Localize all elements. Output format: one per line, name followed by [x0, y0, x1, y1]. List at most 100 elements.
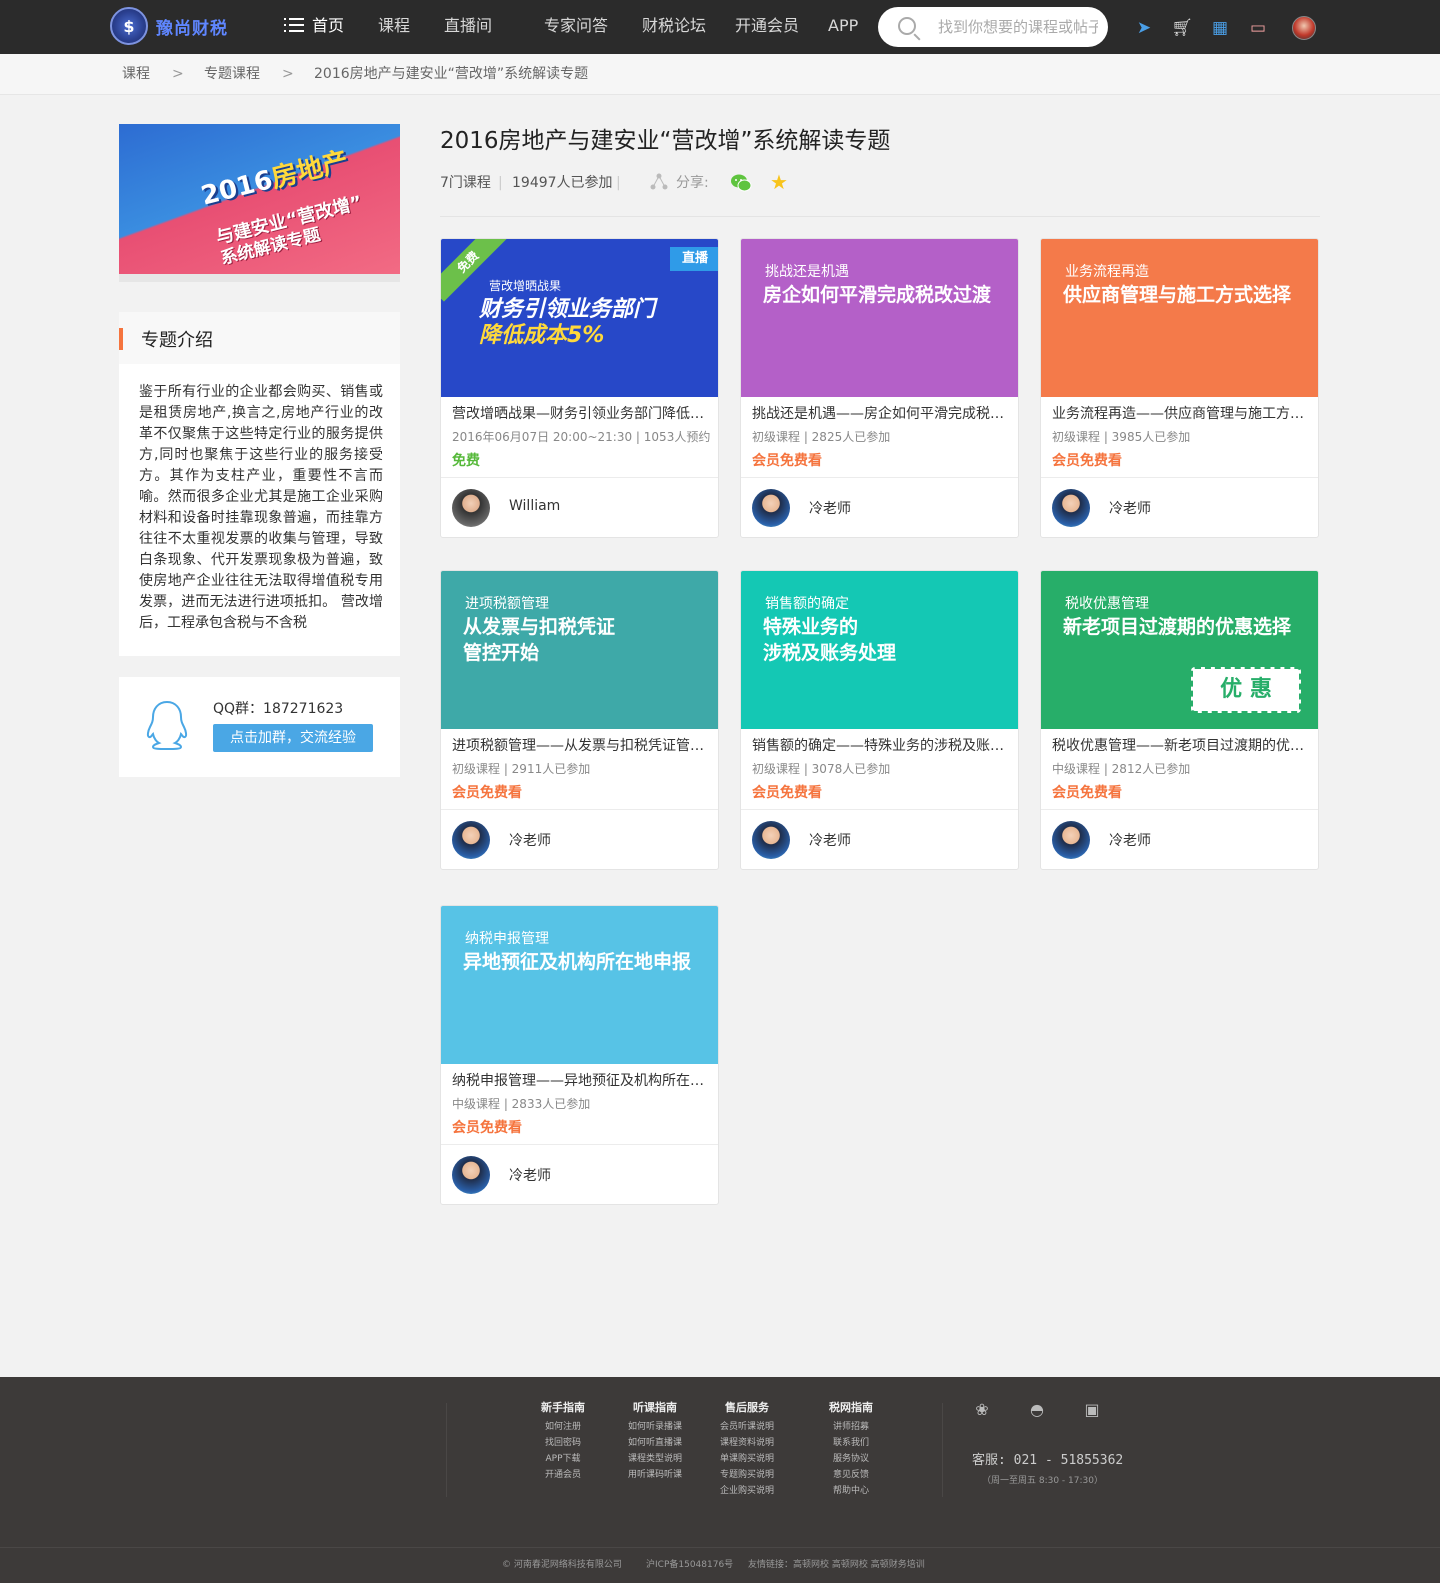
- gift-icon[interactable]: ▦: [1209, 17, 1231, 39]
- teacher-avatar[interactable]: [452, 1156, 490, 1194]
- card-divider: [1041, 477, 1318, 478]
- footer-link[interactable]: 课程资料说明: [702, 1435, 792, 1451]
- footer-column-heading: 税网指南: [829, 1401, 873, 1414]
- nav-membership[interactable]: 开通会员: [735, 0, 799, 52]
- site-logo[interactable]: $ 豫尚财税: [110, 7, 228, 45]
- footer-link[interactable]: 单课购买说明: [702, 1451, 792, 1467]
- qq-group-number: QQ群：187271623: [213, 701, 344, 717]
- thumb-title: 新老项目过渡期的优惠选择: [1063, 614, 1291, 640]
- course-title[interactable]: 纳税申报管理——异地预征及机构所在地申报: [452, 1070, 710, 1090]
- teacher-avatar[interactable]: [752, 489, 790, 527]
- footer-link[interactable]: 帮助中心: [806, 1483, 896, 1499]
- course-price: 会员免费看: [752, 453, 822, 469]
- course-title[interactable]: 挑战还是机遇——房企如何平滑完成税改过渡: [752, 403, 1010, 423]
- course-card[interactable]: 进项税额管理 从发票与扣税凭证 管控开始 进项税额管理——从发票与扣税凭证管控开始…: [440, 570, 719, 870]
- search-input[interactable]: [938, 7, 1098, 47]
- course-card[interactable]: 挑战还是机遇 房企如何平滑完成税改过渡 挑战还是机遇——房企如何平滑完成税改过渡…: [740, 238, 1019, 538]
- course-card[interactable]: 直播 免费 营改增晒战果 财务引领业务部门 降低成本5% 营改增晒战果—财务引领业务…: [440, 238, 719, 538]
- friend-links[interactable]: 友情链接：高顿网校 高顿网校 高顿财务培训: [748, 1557, 925, 1570]
- teacher-avatar[interactable]: [452, 489, 490, 527]
- teacher-name[interactable]: 冷老师: [1109, 498, 1151, 518]
- teacher-name[interactable]: 冷老师: [809, 830, 851, 850]
- nav-live-room[interactable]: 直播间: [444, 0, 492, 52]
- logo-emblem-icon: $: [110, 7, 148, 45]
- favorite-star-icon[interactable]: ★: [770, 171, 788, 193]
- top-navigation-bar: $ 豫尚财税 首页 课程 直播间 专家问答 财税论坛 开通会员 APP ➤ 🛒︎…: [0, 0, 1440, 54]
- course-title[interactable]: 销售额的确定——特殊业务的涉税及账务处理: [752, 735, 1010, 755]
- breadcrumb: 课程 > 专题课程 > 2016房地产与建安业“营改增”系统解读专题: [0, 54, 1440, 95]
- thumb-subtitle: 销售额的确定: [765, 596, 849, 612]
- footer-link[interactable]: 专题购买说明: [702, 1467, 792, 1483]
- qr-code-icon[interactable]: ▣: [1080, 1399, 1104, 1421]
- footer-link[interactable]: 用听课码听课: [610, 1467, 700, 1483]
- nav-expert-qa[interactable]: 专家问答: [544, 0, 608, 52]
- teacher-avatar[interactable]: [452, 821, 490, 859]
- breadcrumb-topic-courses[interactable]: 专题课程: [204, 54, 260, 95]
- teacher-name[interactable]: 冷老师: [509, 830, 551, 850]
- nav-home-label: 首页: [312, 16, 345, 35]
- send-icon[interactable]: ➤: [1133, 17, 1155, 39]
- course-card[interactable]: 纳税申报管理 异地预征及机构所在地申报 纳税申报管理——异地预征及机构所在地申报…: [440, 905, 719, 1205]
- user-avatar[interactable]: [1292, 16, 1316, 40]
- thumb-subtitle: 进项税额管理: [465, 596, 549, 612]
- nav-forum[interactable]: 财税论坛: [642, 0, 706, 52]
- thumb-title: 房企如何平滑完成税改过渡: [763, 282, 991, 308]
- course-meta: 初级课程 | 2911人已参加: [452, 762, 591, 776]
- search-icon[interactable]: [898, 17, 916, 35]
- footer-link[interactable]: 课程类型说明: [610, 1451, 700, 1467]
- footer-link[interactable]: 企业购买说明: [702, 1483, 792, 1499]
- message-icon[interactable]: ▭: [1247, 17, 1269, 39]
- footer-link[interactable]: 如何听录播课: [610, 1419, 700, 1435]
- course-title[interactable]: 营改增晒战果—财务引领业务部门降低成本5%: [452, 403, 710, 423]
- course-title[interactable]: 税收优惠管理——新老项目过渡期的优惠选择: [1052, 735, 1310, 755]
- footer-link[interactable]: 联系我们: [806, 1435, 896, 1451]
- footer-link[interactable]: 开通会员: [518, 1467, 608, 1483]
- card-divider: [441, 1144, 718, 1145]
- footer-link[interactable]: 服务协议: [806, 1451, 896, 1467]
- teacher-name[interactable]: William: [509, 498, 560, 514]
- join-qq-group-button[interactable]: 点击加群，交流经验: [213, 724, 373, 752]
- teacher-name[interactable]: 冷老师: [509, 1165, 551, 1185]
- footer-link[interactable]: 如何听直播课: [610, 1435, 700, 1451]
- course-thumbnail: 挑战还是机遇 房企如何平滑完成税改过渡: [741, 239, 1018, 397]
- intro-text: 鉴于所有行业的企业都会购买、销售或是租赁房地产,换言之,房地产行业的改革不仅聚焦…: [139, 384, 383, 631]
- course-title[interactable]: 业务流程再造——供应商管理与施工方式选择: [1052, 403, 1310, 423]
- nav-courses[interactable]: 课程: [378, 0, 410, 52]
- participant-count: 19497人已参加: [512, 175, 613, 191]
- nav-home[interactable]: 首页: [284, 0, 344, 52]
- thumb-title-line1: 财务引领业务部门: [479, 297, 656, 322]
- teacher-avatar[interactable]: [1052, 489, 1090, 527]
- search-box: [878, 7, 1108, 47]
- teacher-avatar[interactable]: [1052, 821, 1090, 859]
- course-card[interactable]: 业务流程再造 供应商管理与施工方式选择 业务流程再造——供应商管理与施工方式选择…: [1040, 238, 1319, 538]
- breadcrumb-separator: >: [172, 66, 184, 82]
- footer-link[interactable]: 如何注册: [518, 1419, 608, 1435]
- footer-link[interactable]: 讲师招募: [806, 1419, 896, 1435]
- wechat-share-icon[interactable]: [730, 173, 752, 193]
- icp-number: 沪ICP备15048176号: [646, 1560, 734, 1570]
- breadcrumb-courses[interactable]: 课程: [122, 54, 150, 95]
- live-badge: 直播: [670, 247, 718, 271]
- course-title[interactable]: 进项税额管理——从发票与扣税凭证管控开始: [452, 735, 710, 755]
- teacher-avatar[interactable]: [752, 821, 790, 859]
- share-label: 分享:: [676, 175, 709, 191]
- footer-link[interactable]: APP下载: [518, 1451, 608, 1467]
- cart-icon[interactable]: 🛒︎: [1171, 17, 1193, 39]
- thumb-title-line2: 管控开始: [463, 642, 540, 664]
- course-card[interactable]: 税收优惠管理 新老项目过渡期的优惠选择 优 惠 税收优惠管理——新老项目过渡期的…: [1040, 570, 1319, 870]
- footer-link[interactable]: 找回密码: [518, 1435, 608, 1451]
- teacher-name[interactable]: 冷老师: [1109, 830, 1151, 850]
- card-divider: [441, 477, 718, 478]
- teacher-name[interactable]: 冷老师: [809, 498, 851, 518]
- course-meta: 2016年06月07日 20:00~21:30 | 1053人预约: [452, 430, 711, 444]
- breadcrumb-current: 2016房地产与建安业“营改增”系统解读专题: [314, 66, 589, 82]
- wechat-icon[interactable]: ❀: [970, 1399, 994, 1421]
- nav-app[interactable]: APP: [828, 0, 858, 52]
- logo-text: 豫尚财税: [156, 18, 228, 39]
- footer-link[interactable]: 意见反馈: [806, 1467, 896, 1483]
- course-price: 免费: [452, 453, 480, 469]
- footer-link[interactable]: 会员听课说明: [702, 1419, 792, 1435]
- qq-icon[interactable]: ◓: [1025, 1399, 1049, 1421]
- course-card[interactable]: 销售额的确定 特殊业务的 涉税及账务处理 销售额的确定——特殊业务的涉税及账务处理…: [740, 570, 1019, 870]
- thumb-title: 异地预征及机构所在地申报: [463, 949, 691, 975]
